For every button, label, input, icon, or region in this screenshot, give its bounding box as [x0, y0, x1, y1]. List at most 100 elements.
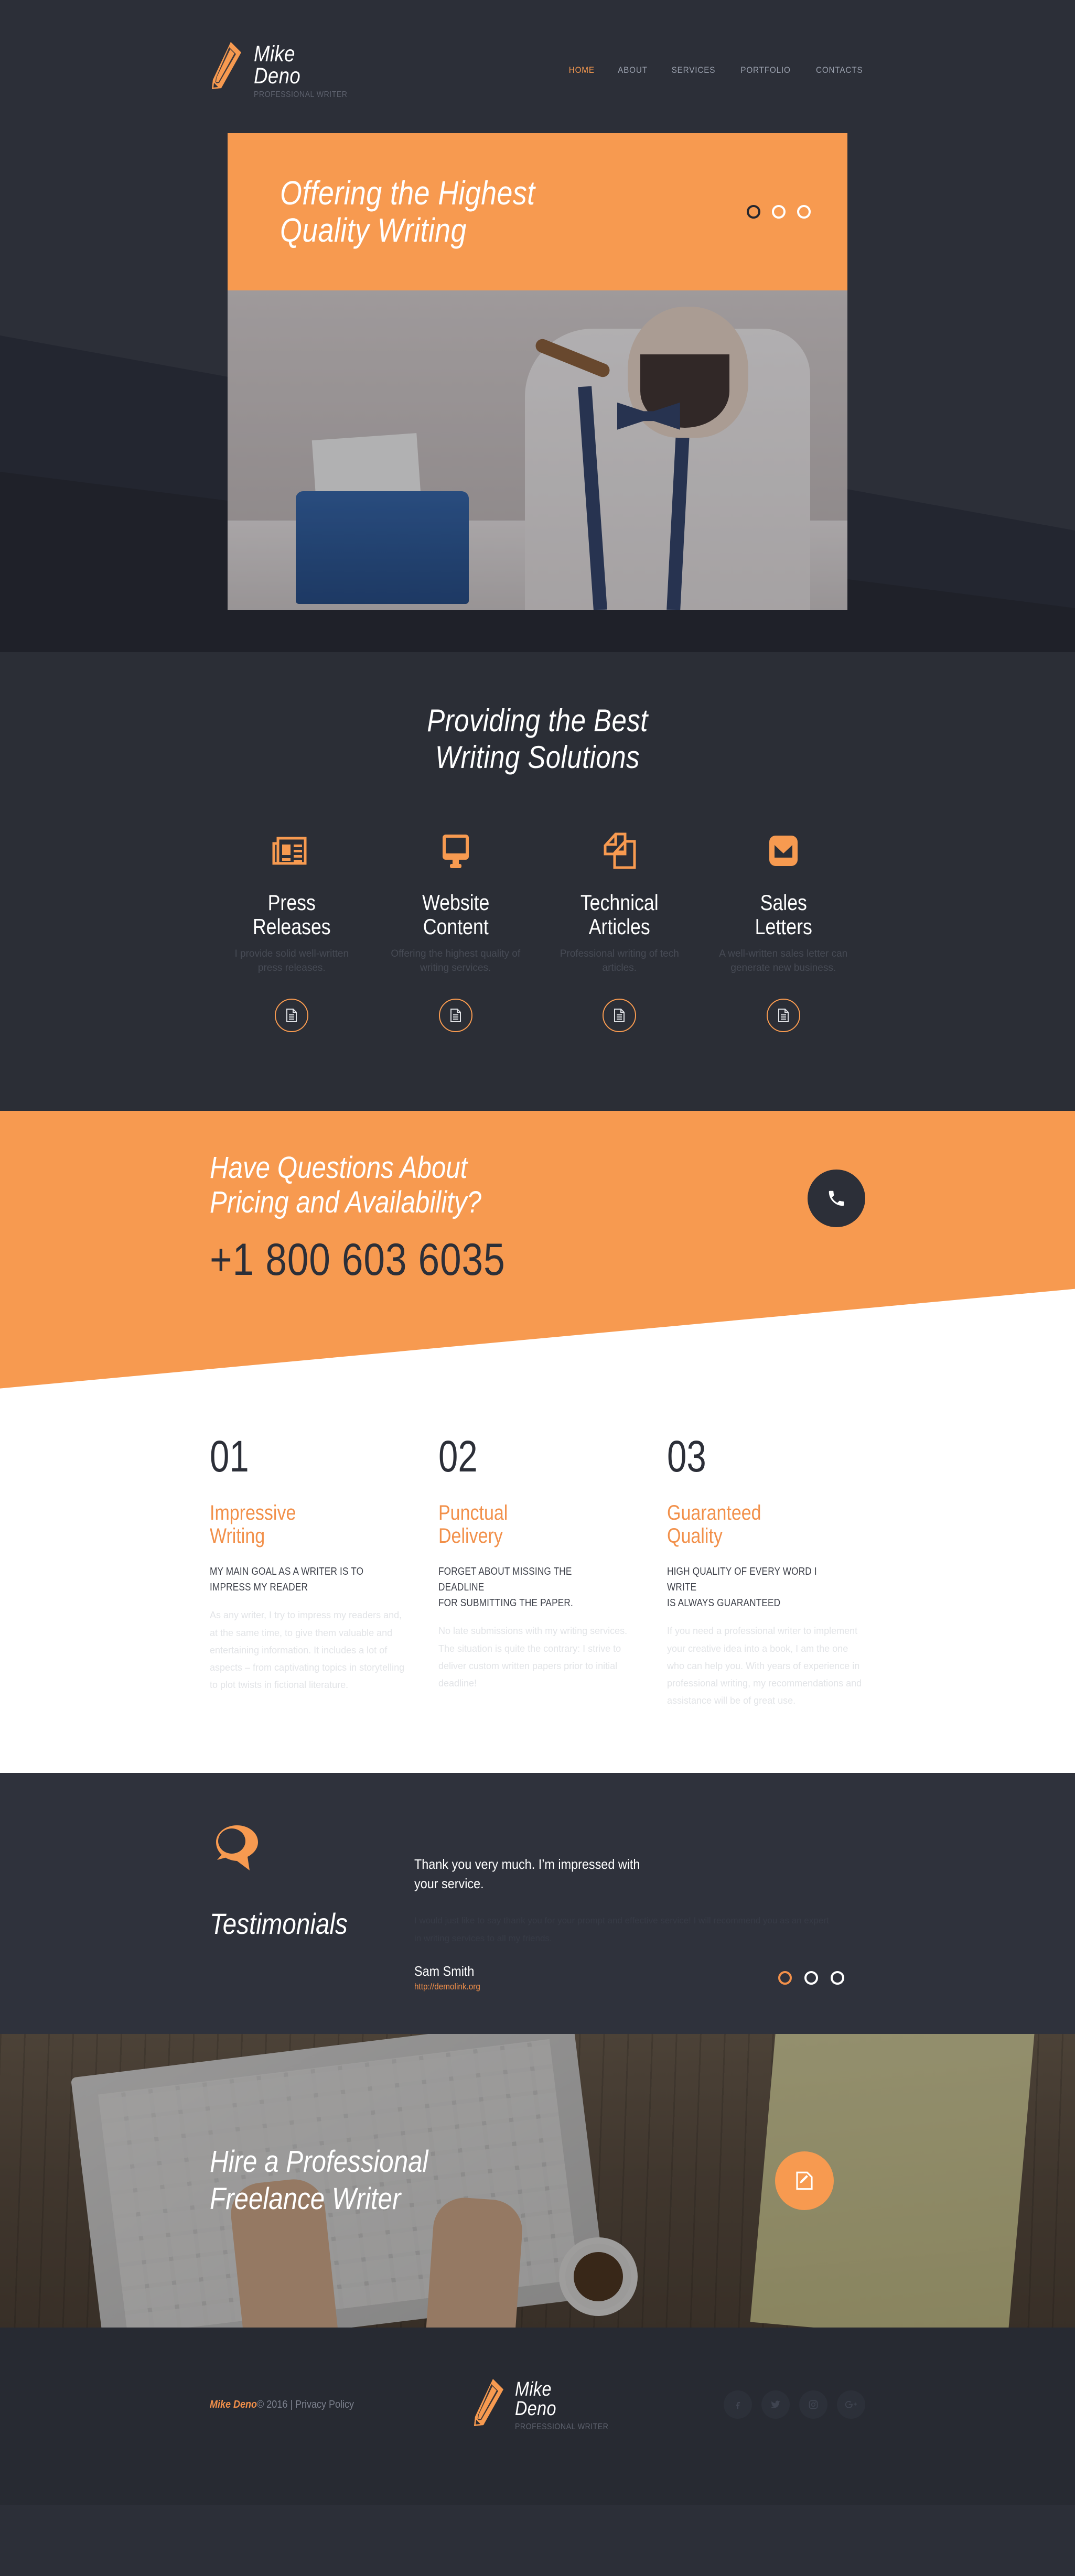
feature-title-line1: Guaranteed	[667, 1501, 761, 1524]
services-grid: Press Releases I provide solid well-writ…	[210, 827, 865, 1032]
envelope-icon	[702, 827, 866, 875]
landing-page: Mike Deno PROFESSIONAL WRITER HOME ABOUT…	[0, 0, 1075, 2576]
feature-title-line1: Punctual	[438, 1501, 508, 1524]
feature-subtitle: FORGET ABOUT MISSING THE DEADLINE FOR SU…	[438, 1564, 637, 1611]
service-card-website-content[interactable]: Website Content Offering the highest qua…	[374, 827, 538, 1032]
google-plus-icon[interactable]	[836, 2390, 865, 2419]
footer-brand-logo[interactable]: Mike Deno PROFESSIONAL WRITER	[472, 2378, 621, 2431]
service-description: Professional writing of tech articles.	[560, 948, 679, 974]
testimonials-section: Testimonials Thank you very much. I’m im…	[0, 1772, 1075, 2034]
feature-title: Guaranteed Quality	[667, 1501, 865, 1549]
service-title-line1: Website	[422, 890, 489, 915]
nav-item-services[interactable]: SERVICES	[671, 65, 715, 75]
feature-title: Impressive Writing	[210, 1501, 408, 1549]
pencil-square-icon	[796, 2171, 813, 2190]
cta-phone-number[interactable]: +1 800 603 6035	[210, 1234, 506, 1286]
service-card-press-releases[interactable]: Press Releases I provide solid well-writ…	[210, 827, 374, 1032]
nav-item-home[interactable]: HOME	[569, 65, 595, 75]
service-title-line2: Releases	[252, 914, 331, 939]
testimonial-slider-dots	[778, 1971, 844, 1985]
copyright-brand: Mike Deno	[210, 2398, 257, 2410]
hero-photo	[228, 290, 847, 611]
service-title-line2: Content	[423, 914, 489, 939]
feature-card-02: 02 Punctual Delivery FORGET ABOUT MISSIN…	[438, 1434, 637, 1710]
testimonials-title: Testimonials	[210, 1907, 348, 1940]
service-title-line2: Letters	[755, 914, 812, 939]
services-title: Providing the Best Writing Solutions	[0, 702, 1075, 775]
feature-subtitle-line2: FOR SUBMITTING THE PAPER.	[438, 1597, 573, 1609]
feature-title-line2: Writing	[210, 1524, 265, 1548]
testimonial-quote-line1: Thank you very much. I’m impressed with	[414, 1856, 640, 1872]
service-title-line1: Press	[267, 890, 316, 915]
service-more-button[interactable]	[766, 998, 800, 1032]
quote-bubble-icon	[216, 1825, 258, 1870]
service-card-sales-letters[interactable]: Sales Letters A well-written sales lette…	[702, 827, 866, 1032]
cta-title-line1: Have Questions About	[210, 1150, 468, 1185]
feature-subtitle-line1: HIGH QUALITY OF EVERY WORD I WRITE	[667, 1566, 817, 1594]
cta-section: Have Questions About Pricing and Availab…	[0, 1110, 1075, 1412]
nav-item-portfolio[interactable]: PORTFOLIO	[740, 65, 790, 75]
services-section: Providing the Best Writing Solutions Pre…	[0, 652, 1075, 1111]
privacy-policy-link[interactable]: Privacy Policy	[295, 2399, 354, 2410]
monitor-icon	[374, 827, 538, 875]
feature-title-line2: Delivery	[438, 1524, 503, 1548]
feature-subtitle-line1: FORGET ABOUT MISSING THE DEADLINE	[438, 1566, 572, 1594]
hire-title-line1: Hire a Professional	[210, 2145, 428, 2179]
service-more-button[interactable]	[603, 998, 637, 1032]
testimonial-body-line2: in writing services to all my friends.	[414, 1933, 552, 1944]
hero-title-line1: Offering the Highest	[280, 174, 535, 212]
copyright-rest: © 2016 |	[257, 2398, 296, 2410]
hero-title: Offering the Highest Quality Writing	[280, 174, 535, 250]
testimonial-quote: Thank you very much. I’m impressed with …	[414, 1855, 865, 1894]
service-title: Sales Letters	[702, 890, 866, 939]
testimonial-dot-2[interactable]	[804, 1971, 818, 1985]
hero-slider-dots	[747, 205, 811, 219]
hire-button[interactable]	[775, 2151, 834, 2211]
feature-subtitle-line1: MY MAIN GOAL AS A WRITER IS TO	[210, 1566, 364, 1578]
brand-name-line1: Mike	[254, 41, 295, 67]
hero-dot-3[interactable]	[797, 205, 811, 219]
hero-dot-2[interactable]	[772, 205, 786, 219]
instagram-icon[interactable]	[799, 2390, 827, 2419]
service-title: Website Content	[374, 890, 538, 939]
social-links	[723, 2390, 865, 2419]
feature-title-line2: Quality	[667, 1524, 723, 1548]
service-title: Technical Articles	[538, 890, 702, 939]
feature-number: 01	[210, 1431, 249, 1481]
brand-name-line2: Deno	[254, 63, 301, 89]
services-title-line2: Writing Solutions	[435, 739, 640, 775]
facebook-icon[interactable]	[723, 2390, 752, 2419]
brand-logo[interactable]: Mike Deno PROFESSIONAL WRITER	[210, 41, 360, 100]
newspaper-icon	[210, 827, 374, 875]
phone-icon	[829, 1190, 844, 1206]
testimonial-body-line1: I would just like to say thank you for y…	[414, 1915, 829, 1926]
hero-section: Mike Deno PROFESSIONAL WRITER HOME ABOUT…	[0, 0, 1075, 652]
service-more-button[interactable]	[275, 998, 309, 1032]
feature-subtitle-line2: IMPRESS MY READER	[210, 1582, 308, 1594]
service-card-technical-articles[interactable]: Technical Articles Professional writing …	[538, 827, 702, 1032]
cta-text: Have Questions About Pricing and Availab…	[210, 1151, 557, 1286]
pages-icon	[538, 827, 702, 875]
testimonial-dot-1[interactable]	[778, 1971, 792, 1985]
service-description: Offering the highest quality of writing …	[391, 948, 521, 974]
service-description: I provide solid well-written press relea…	[234, 948, 349, 974]
hero-title-line2: Quality Writing	[280, 211, 467, 250]
hire-section: Hire a Professional Freelance Writer	[0, 2034, 1075, 2328]
footer-brand-line1: Mike	[515, 2378, 552, 2401]
service-description: A well-written sales letter can generate…	[719, 948, 848, 974]
testimonial-dot-3[interactable]	[831, 1971, 844, 1985]
service-title-line2: Articles	[588, 914, 650, 939]
testimonial-body: I would just like to say thank you for y…	[414, 1912, 865, 1947]
nav-item-about[interactable]: ABOUT	[618, 65, 648, 75]
hero-dot-1[interactable]	[747, 205, 760, 219]
testimonial-author-url[interactable]: http://demolink.org	[414, 1982, 480, 1992]
service-more-button[interactable]	[438, 998, 472, 1032]
cta-title: Have Questions About Pricing and Availab…	[210, 1151, 557, 1220]
hire-title: Hire a Professional Freelance Writer	[210, 2144, 467, 2218]
call-button[interactable]	[808, 1169, 865, 1227]
site-header: Mike Deno PROFESSIONAL WRITER HOME ABOUT…	[210, 0, 865, 100]
copyright: Mike Deno© 2016 | Privacy Policy	[210, 2399, 354, 2411]
twitter-icon[interactable]	[761, 2390, 790, 2419]
site-footer: Mike Deno© 2016 | Privacy Policy Mike De…	[0, 2328, 1075, 2505]
nav-item-contacts[interactable]: CONTACTS	[816, 65, 863, 75]
